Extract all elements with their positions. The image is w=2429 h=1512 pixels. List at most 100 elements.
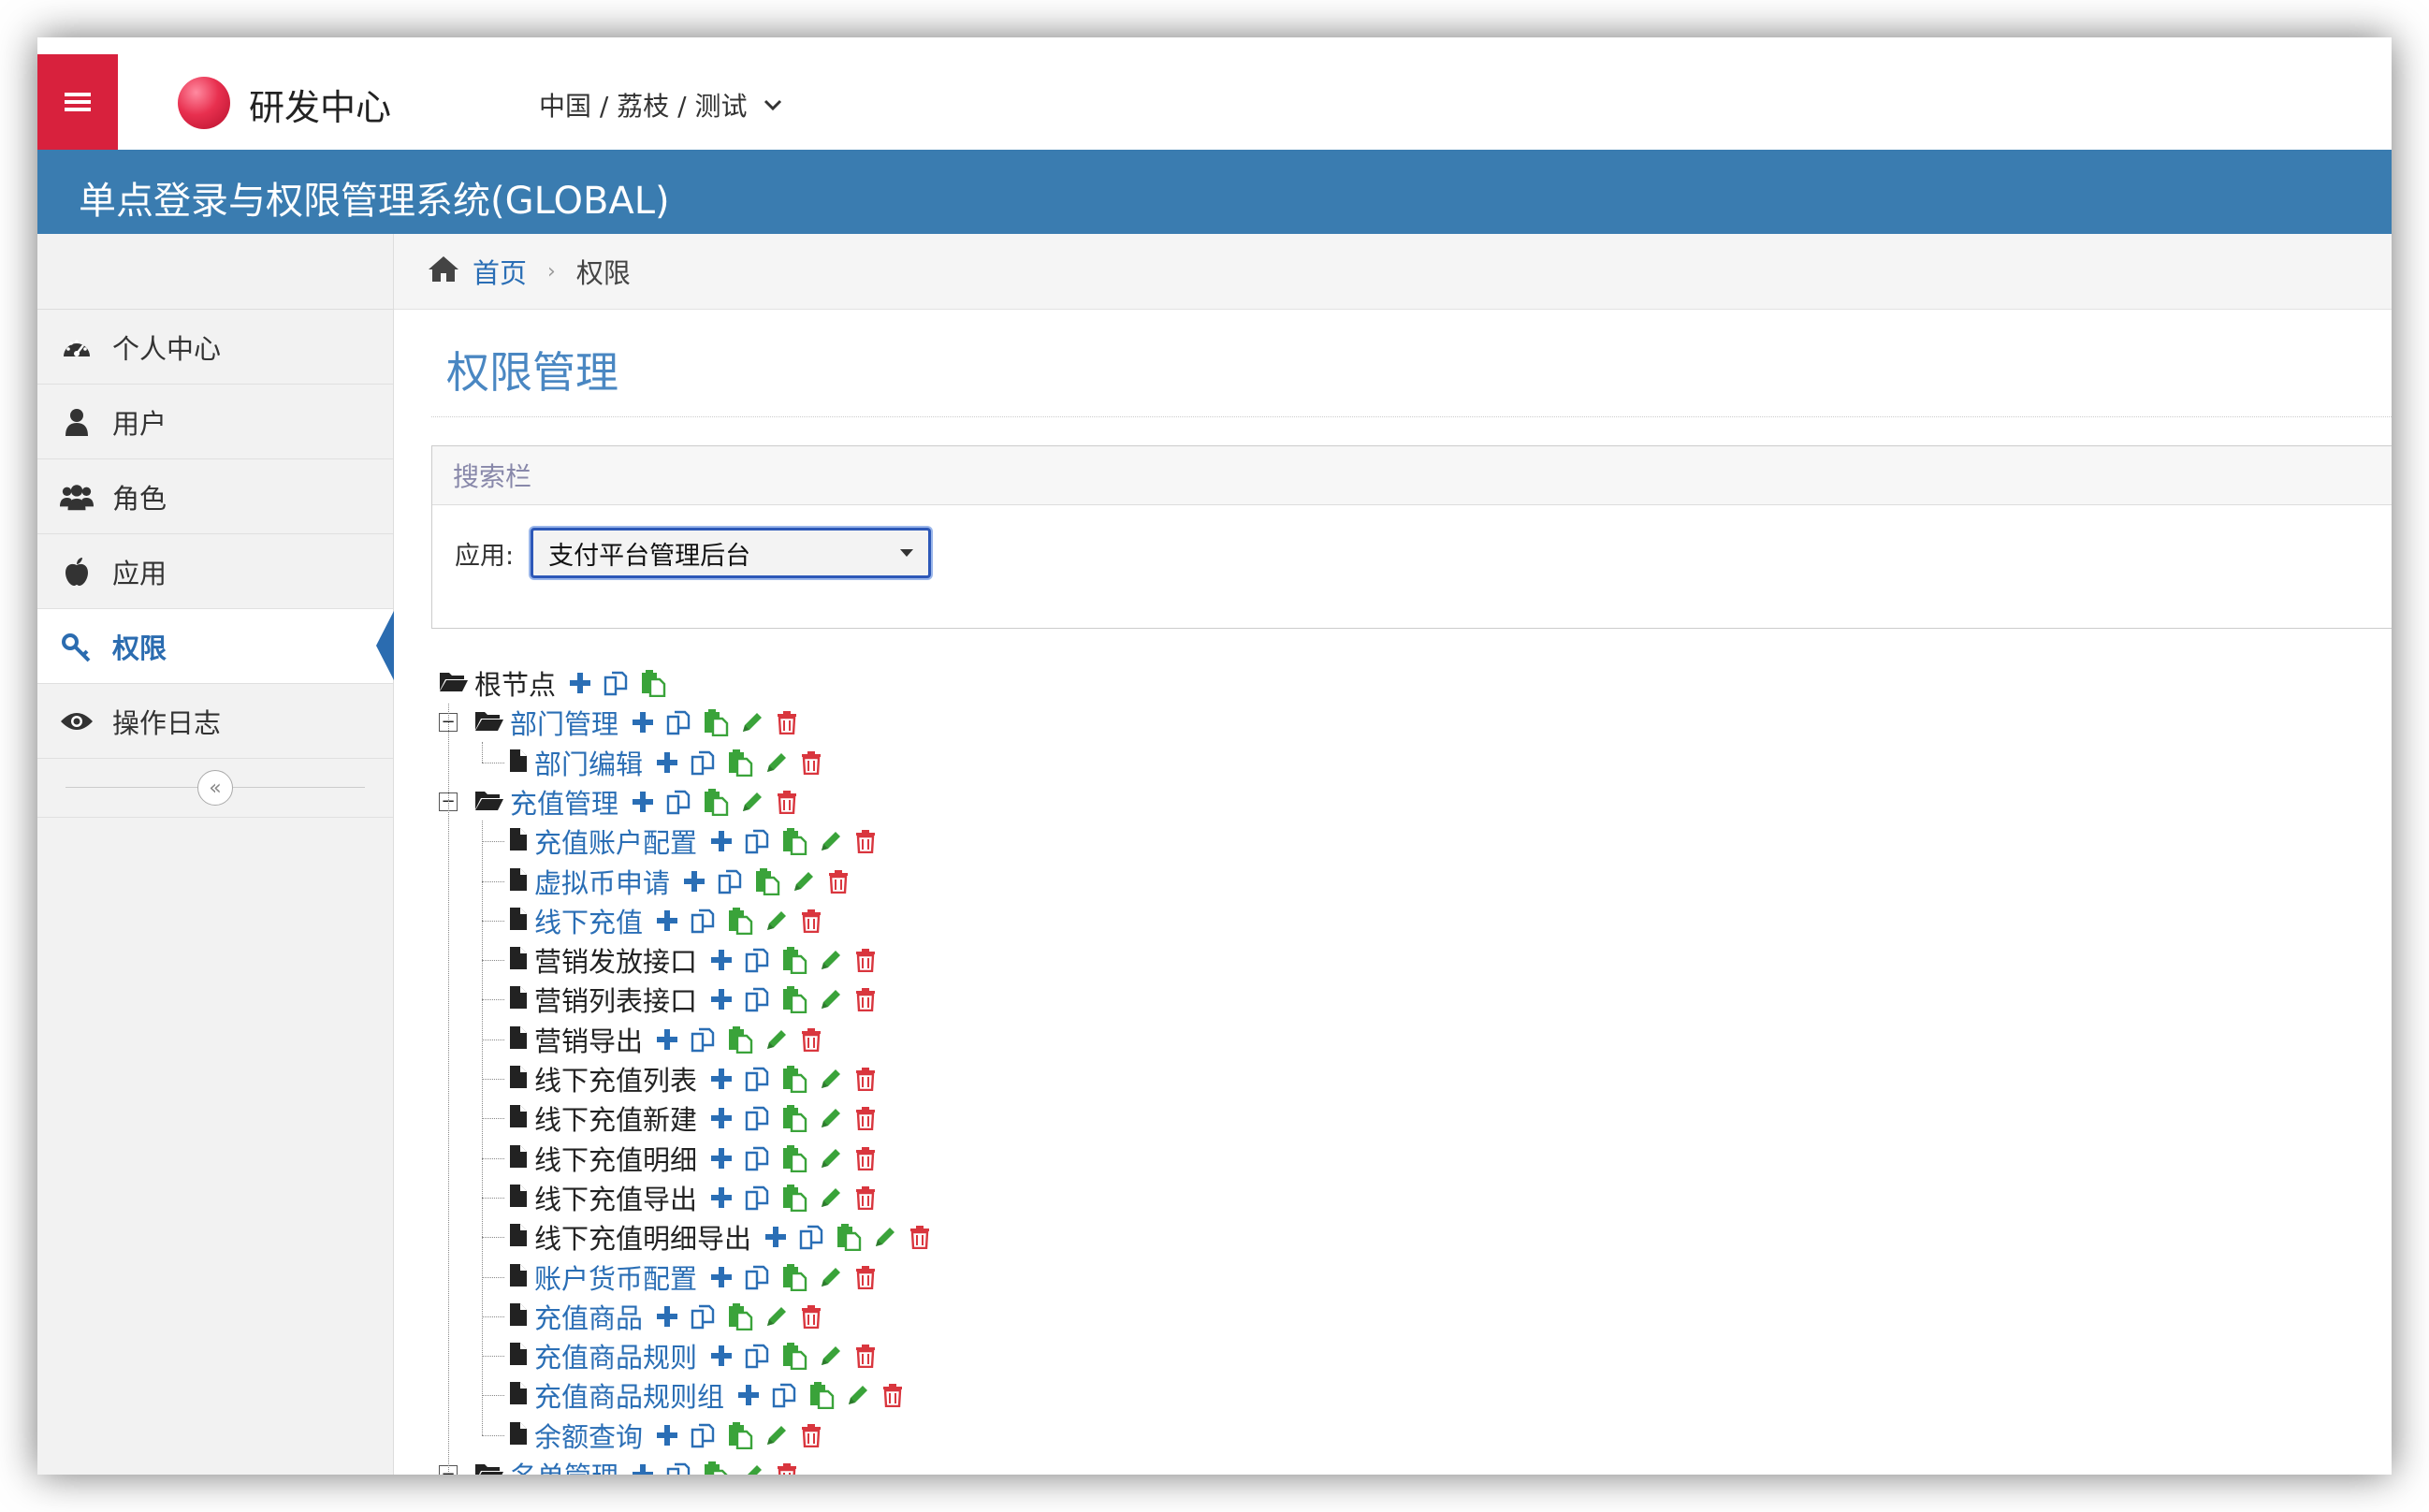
tree-node-label[interactable]: 余额查询 <box>534 1416 643 1455</box>
pencil-icon[interactable] <box>819 987 843 1011</box>
paste-icon[interactable] <box>727 1421 753 1449</box>
tree-node-label[interactable]: 线下充值导出 <box>534 1178 697 1217</box>
paste-icon[interactable] <box>703 1461 729 1475</box>
copy-icon[interactable] <box>744 1145 770 1171</box>
plus-icon[interactable] <box>683 870 705 893</box>
tree-node-label[interactable]: 根节点 <box>474 663 556 703</box>
trash-icon[interactable] <box>800 750 822 775</box>
plus-icon[interactable] <box>737 1384 760 1406</box>
sidebar-item-users[interactable]: 用户 <box>37 385 393 459</box>
copy-icon[interactable] <box>690 1422 716 1448</box>
trash-icon[interactable] <box>854 829 877 854</box>
paste-icon[interactable] <box>727 907 753 935</box>
copy-icon[interactable] <box>744 1066 770 1092</box>
plus-icon[interactable] <box>656 1424 678 1447</box>
pencil-icon[interactable] <box>740 790 764 814</box>
pencil-icon[interactable] <box>819 1067 843 1091</box>
paste-icon[interactable] <box>781 1065 807 1093</box>
tree-node-label[interactable]: 充值账户配置 <box>534 821 697 861</box>
tree-node-label[interactable]: 线下充值明细 <box>534 1139 697 1178</box>
pencil-icon[interactable] <box>819 1106 843 1130</box>
pencil-icon[interactable] <box>819 948 843 972</box>
trash-icon[interactable] <box>776 710 798 735</box>
pencil-icon[interactable] <box>792 869 816 894</box>
copy-icon[interactable] <box>744 1185 770 1211</box>
plus-icon[interactable] <box>656 1305 678 1328</box>
tree-node-label[interactable]: 营销列表接口 <box>534 980 697 1019</box>
trash-icon[interactable] <box>827 869 850 894</box>
copy-icon[interactable] <box>665 709 691 735</box>
trash-icon[interactable] <box>776 1462 798 1475</box>
trash-icon[interactable] <box>854 987 877 1012</box>
copy-icon[interactable] <box>744 828 770 854</box>
plus-icon[interactable] <box>632 1463 654 1475</box>
pencil-icon[interactable] <box>819 829 843 853</box>
sidebar-item-profile[interactable]: 个人中心 <box>37 310 393 385</box>
tree-node-label[interactable]: 线下充值 <box>534 901 643 940</box>
copy-icon[interactable] <box>744 1105 770 1131</box>
paste-icon[interactable] <box>703 708 729 737</box>
trash-icon[interactable] <box>854 1146 877 1170</box>
copy-icon[interactable] <box>744 986 770 1012</box>
tree-node-label[interactable]: 营销导出 <box>534 1020 643 1059</box>
sidebar-item-permissions[interactable]: 权限 <box>37 609 395 684</box>
tree-node-label[interactable]: 部门编辑 <box>534 743 643 782</box>
trash-icon[interactable] <box>800 909 822 933</box>
tree-node-label[interactable]: 部门管理 <box>510 703 618 742</box>
trash-icon[interactable] <box>854 948 877 973</box>
trash-icon[interactable] <box>854 1344 877 1369</box>
tree-node-label[interactable]: 充值商品 <box>534 1297 643 1336</box>
plus-icon[interactable] <box>656 909 678 932</box>
trash-icon[interactable] <box>854 1067 877 1091</box>
copy-icon[interactable] <box>665 789 691 815</box>
pencil-icon[interactable] <box>764 1304 789 1329</box>
menu-toggle-button[interactable] <box>37 54 118 150</box>
plus-icon[interactable] <box>710 1345 733 1367</box>
tree-node-label[interactable]: 线下充值列表 <box>534 1059 697 1098</box>
paste-icon[interactable] <box>836 1223 862 1252</box>
plus-icon[interactable] <box>569 672 591 694</box>
copy-icon[interactable] <box>690 1303 716 1330</box>
sidebar-item-roles[interactable]: 角色 <box>37 459 393 534</box>
app-select[interactable]: 支付平台管理后台 <box>531 528 932 578</box>
tree-node-label[interactable]: 账户货币配置 <box>534 1258 697 1297</box>
paste-icon[interactable] <box>781 946 807 975</box>
plus-icon[interactable] <box>710 1107 733 1129</box>
copy-icon[interactable] <box>665 1461 691 1475</box>
sidebar-item-logs[interactable]: 操作日志 <box>37 684 393 759</box>
pencil-icon[interactable] <box>764 1423 789 1447</box>
home-icon[interactable] <box>428 254 459 289</box>
paste-icon[interactable] <box>727 1302 753 1330</box>
sidebar-item-apps[interactable]: 应用 <box>37 534 393 609</box>
plus-icon[interactable] <box>656 1028 678 1051</box>
copy-icon[interactable] <box>771 1382 797 1408</box>
pencil-icon[interactable] <box>819 1344 843 1368</box>
tree-node-label[interactable]: 充值管理 <box>510 782 618 821</box>
pencil-icon[interactable] <box>740 710 764 734</box>
paste-icon[interactable] <box>808 1381 835 1410</box>
trash-icon[interactable] <box>800 1423 822 1447</box>
plus-icon[interactable] <box>632 791 654 813</box>
tree-node-label[interactable]: 名单管理 <box>510 1455 618 1475</box>
trash-icon[interactable] <box>776 790 798 814</box>
plus-icon[interactable] <box>710 1147 733 1170</box>
paste-icon[interactable] <box>703 788 729 816</box>
pencil-icon[interactable] <box>846 1383 870 1407</box>
plus-icon[interactable] <box>710 988 733 1010</box>
trash-icon[interactable] <box>800 1304 822 1329</box>
plus-icon[interactable] <box>632 711 654 734</box>
paste-icon[interactable] <box>781 1184 807 1212</box>
copy-icon[interactable] <box>717 868 743 894</box>
tree-node-label[interactable]: 虚拟币申请 <box>534 862 670 901</box>
plus-icon[interactable] <box>764 1226 787 1248</box>
pencil-icon[interactable] <box>819 1185 843 1210</box>
plus-icon[interactable] <box>710 1266 733 1288</box>
trash-icon[interactable] <box>881 1383 904 1408</box>
trash-icon[interactable] <box>909 1225 931 1250</box>
pencil-icon[interactable] <box>819 1265 843 1289</box>
copy-icon[interactable] <box>744 947 770 973</box>
tree-node-label[interactable]: 充值商品规则 <box>534 1336 697 1375</box>
trash-icon[interactable] <box>800 1027 822 1052</box>
paste-icon[interactable] <box>781 1104 807 1133</box>
paste-icon[interactable] <box>727 1025 753 1054</box>
